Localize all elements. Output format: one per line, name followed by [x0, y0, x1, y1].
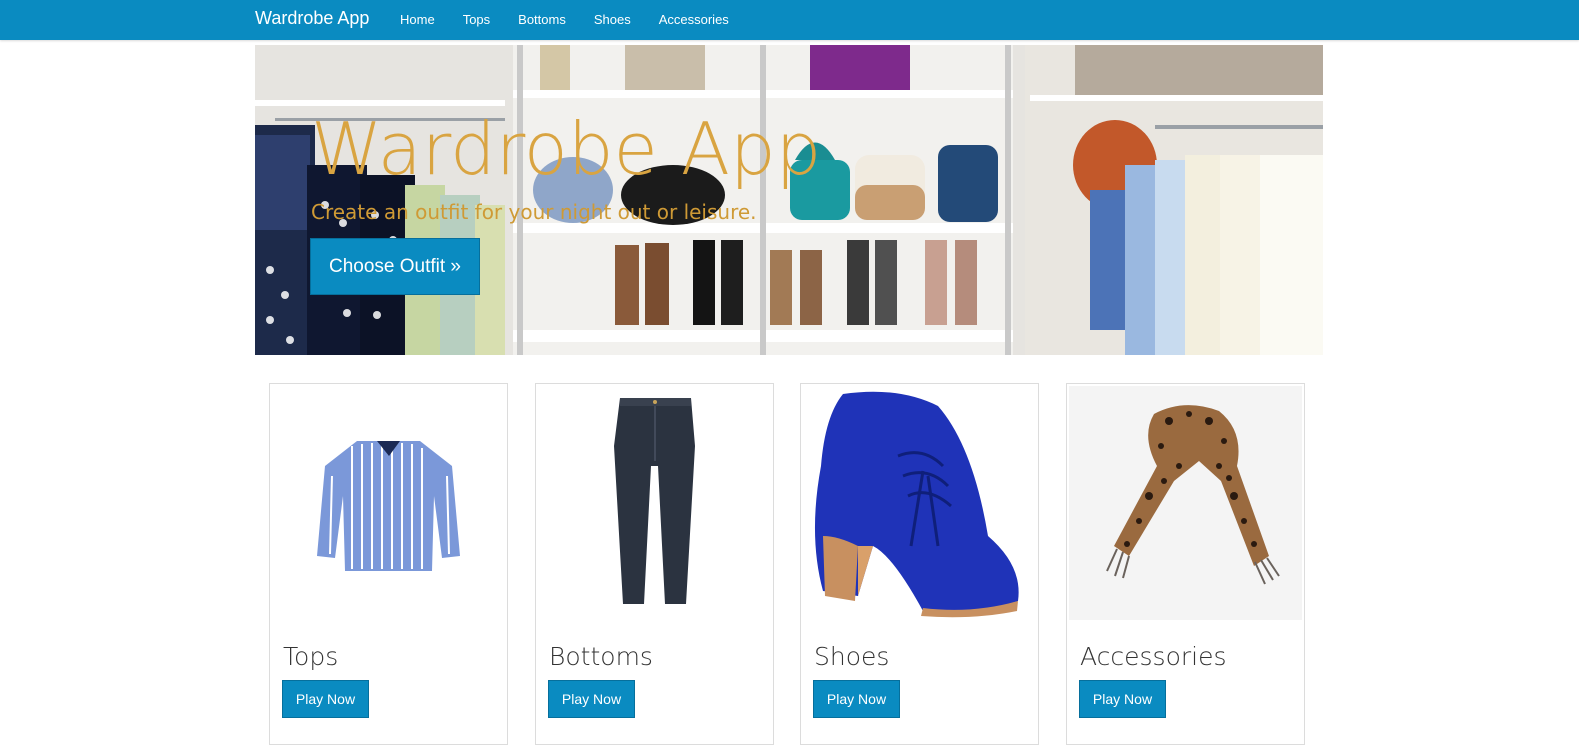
play-now-button-shoes[interactable]: Play Now — [813, 680, 900, 718]
nav-link-accessories[interactable]: Accessories — [659, 0, 729, 40]
card-title-tops: Tops — [283, 642, 339, 671]
card-title-accessories: Accessories — [1080, 642, 1227, 671]
category-card-bottoms: Bottoms Play Now — [535, 383, 774, 745]
nav-links: Home Tops Bottoms Shoes Accessories — [400, 0, 757, 40]
nav-link-shoes[interactable]: Shoes — [594, 0, 631, 40]
nav-link-bottoms[interactable]: Bottoms — [518, 0, 566, 40]
leopard-scarf-image — [1069, 386, 1302, 620]
nav-link-tops[interactable]: Tops — [463, 0, 490, 40]
dark-jeans-image — [538, 386, 771, 620]
top-navbar: Wardrobe App Home Tops Bottoms Shoes Acc… — [0, 0, 1579, 40]
card-title-shoes: Shoes — [814, 642, 890, 671]
card-title-bottoms: Bottoms — [549, 642, 653, 671]
hero-banner: Wardrobe App Create an outfit for your n… — [255, 45, 1323, 355]
category-card-shoes: Shoes Play Now — [800, 383, 1039, 745]
brand-link[interactable]: Wardrobe App — [255, 8, 369, 29]
category-card-tops: Tops Play Now — [269, 383, 508, 745]
hero-subtitle: Create an outfit for your night out or l… — [311, 200, 757, 224]
choose-outfit-button[interactable]: Choose Outfit » — [310, 238, 480, 295]
hero-title: Wardrobe App — [311, 107, 822, 191]
striped-blouse-image — [272, 386, 505, 620]
nav-link-home[interactable]: Home — [400, 0, 435, 40]
blue-ankle-boot-image — [803, 386, 1036, 620]
category-card-accessories: Accessories Play Now — [1066, 383, 1305, 745]
play-now-button-tops[interactable]: Play Now — [282, 680, 369, 718]
play-now-button-bottoms[interactable]: Play Now — [548, 680, 635, 718]
play-now-button-accessories[interactable]: Play Now — [1079, 680, 1166, 718]
